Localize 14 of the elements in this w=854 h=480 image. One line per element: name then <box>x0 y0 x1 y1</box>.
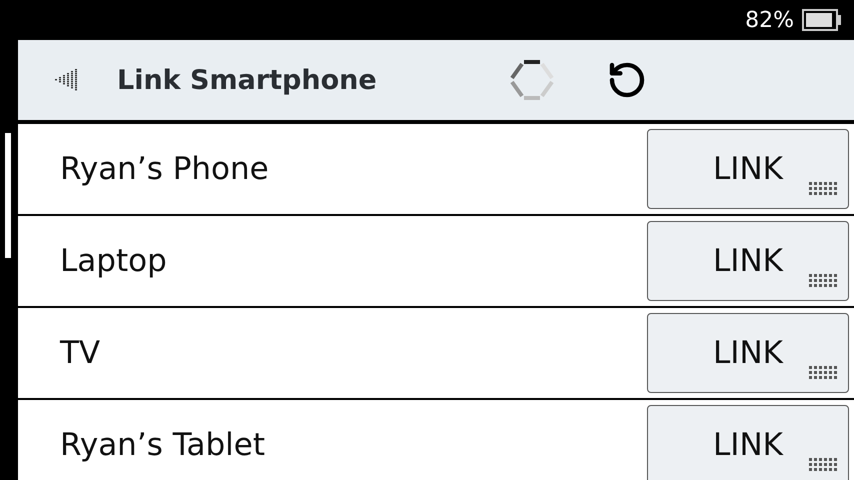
link-button[interactable]: LINK <box>647 405 849 480</box>
device-row[interactable]: Ryan’s Phone LINK <box>18 124 854 216</box>
device-name: Laptop <box>60 243 167 279</box>
battery-percentage: 82% <box>745 8 794 32</box>
link-button[interactable]: LINK <box>647 129 849 209</box>
device-name: Ryan’s Phone <box>60 151 269 187</box>
link-button[interactable]: LINK <box>647 221 849 301</box>
link-button[interactable]: LINK <box>647 313 849 393</box>
screen-title: Link Smartphone <box>117 64 378 96</box>
device-name: TV <box>60 335 100 371</box>
device-row[interactable]: TV LINK <box>18 308 854 400</box>
device-name: Ryan’s Tablet <box>60 427 266 463</box>
device-row[interactable]: Ryan’s Tablet LINK <box>18 400 854 480</box>
device-row[interactable]: Laptop LINK <box>18 216 854 308</box>
